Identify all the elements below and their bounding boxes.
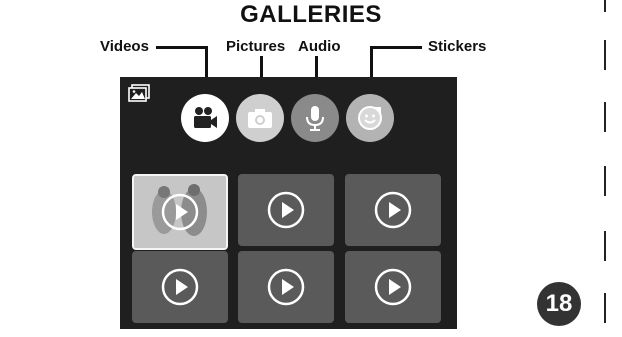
video-thumbnail-tile[interactable]: [132, 174, 228, 250]
page-title: GALLERIES: [240, 1, 382, 28]
margin-marker: [604, 0, 606, 12]
video-tile[interactable]: [345, 174, 441, 246]
play-icon: [267, 191, 305, 229]
margin-marker: [604, 40, 606, 70]
sticker-face-icon: [358, 106, 382, 130]
stickers-callout-label: Stickers: [428, 38, 487, 55]
device-screen: [120, 77, 457, 329]
play-icon: [161, 193, 199, 231]
audio-callout-label: Audio: [298, 38, 341, 55]
video-tile[interactable]: [132, 251, 228, 323]
video-tile[interactable]: [238, 174, 334, 246]
margin-marker: [604, 102, 606, 132]
margin-marker: [604, 166, 606, 196]
page-number-badge: 18: [537, 282, 581, 326]
stickers-leader-line-drop: [370, 46, 373, 78]
pictures-leader-line: [260, 56, 263, 78]
audio-leader-line: [315, 56, 318, 78]
play-icon: [161, 268, 199, 306]
play-icon: [374, 191, 412, 229]
tab-videos[interactable]: [181, 94, 229, 142]
pictures-callout-label: Pictures: [226, 38, 286, 55]
photo-camera-icon: [248, 109, 272, 128]
videos-leader-line: [156, 46, 208, 49]
play-icon: [374, 268, 412, 306]
videos-leader-line-drop: [205, 46, 208, 78]
video-tile[interactable]: [238, 251, 334, 323]
picture-gallery-icon: [128, 84, 150, 102]
margin-marker: [604, 293, 606, 323]
tab-pictures[interactable]: [236, 94, 284, 142]
stickers-leader-line: [370, 46, 422, 49]
videos-callout-label: Videos: [100, 38, 149, 55]
video-tile[interactable]: [345, 251, 441, 323]
play-icon: [267, 268, 305, 306]
margin-marker: [604, 231, 606, 261]
microphone-icon: [306, 106, 324, 131]
tab-audio[interactable]: [291, 94, 339, 142]
tab-stickers[interactable]: [346, 94, 394, 142]
video-camera-icon: [194, 107, 217, 128]
